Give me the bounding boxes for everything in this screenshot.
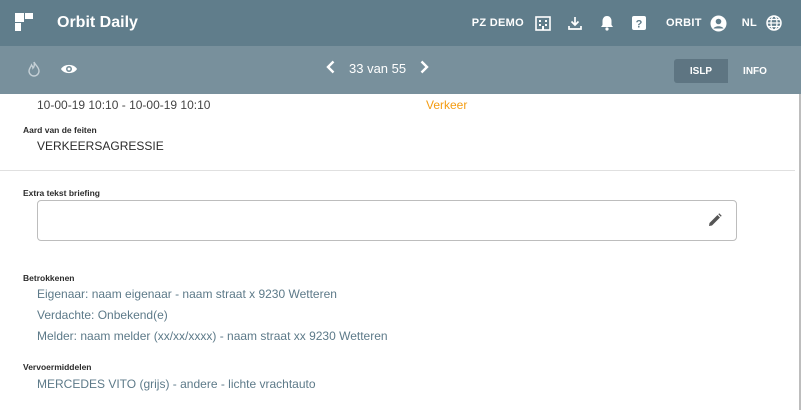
feiten-label: Aard van de feiten <box>23 125 97 135</box>
record-toolbar: 33 van 55 ISLP INFO <box>0 46 801 94</box>
language-label[interactable]: NL <box>742 17 757 29</box>
vervoermiddel-item: MERCEDES VITO (grijs) - andere - lichte … <box>37 377 316 391</box>
briefing-label: Extra tekst briefing <box>23 188 100 198</box>
header-actions: PZ DEMO ? ORBIT NL <box>472 0 783 46</box>
pencil-icon[interactable] <box>708 213 722 232</box>
svg-text:?: ? <box>636 19 643 31</box>
scrolled-row: 10-00-19 10:10 - 10-00-19 10:10 Verkeer <box>0 94 801 114</box>
pager-text: 33 van 55 <box>349 61 407 76</box>
zone-label[interactable]: PZ DEMO <box>472 17 524 29</box>
record-pager: 33 van 55 <box>326 60 429 77</box>
app-grid-icon[interactable] <box>15 13 33 31</box>
vervoermiddelen-label: Vervoermiddelen <box>23 362 92 372</box>
chevron-right-icon[interactable] <box>420 60 429 77</box>
account-icon[interactable] <box>710 14 728 32</box>
eye-icon[interactable] <box>60 62 78 81</box>
section-divider <box>0 170 795 171</box>
flame-icon[interactable] <box>28 61 40 82</box>
betrokkenen-label: Betrokkenen <box>23 273 75 283</box>
betrokkene-item: Eigenaar: naam eigenaar - naam straat x … <box>37 287 337 301</box>
help-icon[interactable]: ? <box>630 14 648 32</box>
user-label[interactable]: ORBIT <box>666 17 702 29</box>
category-value: Verkeer <box>426 98 468 112</box>
download-icon[interactable] <box>566 14 584 32</box>
chevron-left-icon[interactable] <box>326 60 335 77</box>
time-range: 10-00-19 10:10 - 10-00-19 10:10 <box>37 98 211 112</box>
globe-icon[interactable] <box>765 14 783 32</box>
app-title[interactable]: Orbit Daily <box>57 14 138 32</box>
tab-islp[interactable]: ISLP <box>674 59 728 83</box>
view-toggle: ISLP INFO <box>674 59 782 83</box>
bell-icon[interactable] <box>598 14 616 32</box>
record-details: 10-00-19 10:10 - 10-00-19 10:10 Verkeer … <box>0 94 801 410</box>
betrokkene-item: Verdachte: Onbekend(e) <box>37 308 168 322</box>
app-header: Orbit Daily PZ DEMO ? ORBIT NL <box>0 0 801 46</box>
building-icon[interactable] <box>534 14 552 32</box>
tab-info[interactable]: INFO <box>728 59 782 83</box>
betrokkene-item: Melder: naam melder (xx/xx/xxxx) - naam … <box>37 329 388 343</box>
feiten-value: VERKEERSAGRESSIE <box>37 139 164 153</box>
briefing-field[interactable] <box>37 200 737 241</box>
